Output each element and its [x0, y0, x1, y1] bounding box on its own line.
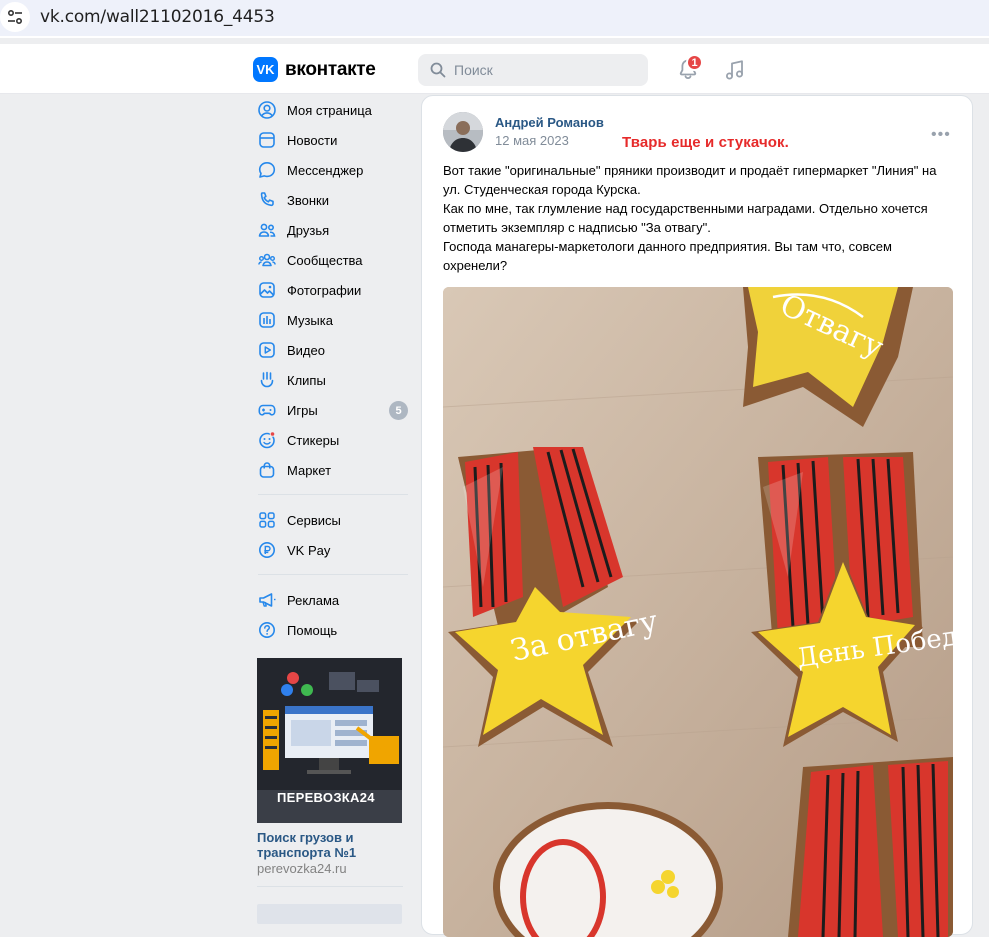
wall-post: Андрей Романов 12 мая 2023 Тварь еще и с… [421, 95, 973, 937]
friends-icon [257, 220, 277, 240]
sidebar-item-label: Стикеры [287, 432, 340, 448]
ad-domain: perevozka24.ru [257, 861, 347, 876]
news-icon [257, 130, 277, 150]
sidebar-item-ads[interactable]: Реклама [253, 585, 409, 615]
sidebar-item-services[interactable]: Сервисы [253, 505, 409, 535]
vk-header: VK вконтакте 1 [0, 44, 989, 94]
sidebar-divider [258, 494, 408, 495]
sidebar-item-my-page[interactable]: Моя страница [253, 95, 409, 125]
vk-logo-text: вконтакте [285, 58, 376, 80]
vk-logo[interactable]: VK вконтакте [253, 57, 376, 82]
post-text-line: Господа манагеры-маркетологи данного пре… [443, 239, 892, 254]
sidebar-item-label: Фотографии [287, 282, 362, 298]
vkpay-icon [257, 540, 277, 560]
sidebar-ad[interactable]: ПЕРЕВОЗКА24 Поиск грузов и транспорта №1… [257, 658, 403, 887]
sidebar-item-games[interactable]: Игры 5 [253, 395, 409, 425]
gingerbread-photo: Отвагу За отвагу День Победы [443, 287, 953, 937]
post-text: Вот такие "оригинальные" пряники произво… [443, 161, 958, 275]
vk-logo-icon: VK [253, 57, 278, 82]
ad-image-brand: ПЕРЕВОЗКА24 [277, 790, 375, 805]
sidebar-item-label: VK Pay [287, 542, 331, 558]
sidebar-item-video[interactable]: Видео [253, 335, 409, 365]
author-avatar[interactable] [443, 112, 483, 152]
clips-icon [257, 370, 277, 390]
sidebar-item-communities[interactable]: Сообщества [253, 245, 409, 275]
search-input[interactable] [454, 62, 634, 78]
sidebar-item-label: Звонки [287, 192, 329, 208]
post-text-line: Как по мне, так глумление над государств… [443, 201, 928, 216]
sidebar-item-friends[interactable]: Друзья [253, 215, 409, 245]
sidebar-item-label: Игры [287, 402, 318, 418]
overlay-annotation: Тварь еще и стукачок. [622, 134, 789, 151]
sidebar-item-label: Реклама [287, 592, 340, 608]
help-icon [257, 620, 277, 640]
sidebar-item-label: Музыка [287, 312, 333, 328]
sidebar-item-clips[interactable]: Клипы [253, 365, 409, 395]
sidebar-item-label: Видео [287, 342, 325, 358]
ribbon-cookie-bottom-right [788, 757, 953, 937]
gamepad-icon [257, 400, 277, 420]
sidebar-item-label: Моя страница [287, 102, 372, 118]
sidebar-item-label: Друзья [287, 222, 330, 238]
post-date[interactable]: 12 мая 2023 [495, 133, 569, 148]
video-icon [257, 340, 277, 360]
post-text-line: охренели? [443, 258, 508, 273]
photo-icon [257, 280, 277, 300]
sidebar-item-messenger[interactable]: Мессенджер [253, 155, 409, 185]
communities-icon [257, 250, 277, 270]
post-photo[interactable]: Отвагу За отвагу День Победы [443, 287, 953, 937]
sidebar-item-vkpay[interactable]: VK Pay [253, 535, 409, 565]
ad-title[interactable]: Поиск грузов и транспорта №1 [257, 830, 403, 860]
browser-toolbar: vk.com/wall21102016_4453 [0, 0, 989, 38]
left-sidebar: Моя страница Новости Мессенджер Звонки Д… [253, 95, 409, 645]
sidebar-item-calls[interactable]: Звонки [253, 185, 409, 215]
sidebar-item-label: Клипы [287, 372, 326, 388]
post-text-line: ул. Студенческая города Курска. [443, 182, 641, 197]
sidebar-item-market[interactable]: Маркет [253, 455, 409, 485]
phone-icon [257, 190, 277, 210]
market-icon [257, 460, 277, 480]
sidebar-item-label: Маркет [287, 462, 332, 478]
sidebar-item-label: Сообщества [287, 252, 363, 268]
search-icon [430, 62, 446, 78]
sidebar-item-news[interactable]: Новости [253, 125, 409, 155]
post-text-line: Вот такие "оригинальные" пряники произво… [443, 163, 937, 178]
ad-image[interactable]: ПЕРЕВОЗКА24 [257, 658, 402, 823]
url-text[interactable]: vk.com/wall21102016_4453 [40, 7, 275, 27]
sidebar-item-label: Новости [287, 132, 338, 148]
user-circle-icon [257, 100, 277, 120]
megaphone-icon [257, 590, 277, 610]
address-bar[interactable]: vk.com/wall21102016_4453 [0, 0, 989, 36]
sidebar-item-stickers[interactable]: Стикеры [253, 425, 409, 455]
services-icon [257, 510, 277, 530]
ad-divider [257, 886, 403, 887]
music-icon[interactable] [723, 58, 747, 82]
site-info-icon[interactable] [0, 2, 30, 32]
notifications-badge: 1 [686, 54, 703, 71]
sidebar-item-label: Мессенджер [287, 162, 364, 178]
games-counter-badge: 5 [389, 401, 408, 420]
message-icon [257, 160, 277, 180]
next-ad-preview[interactable] [257, 904, 402, 924]
sidebar-item-music[interactable]: Музыка [253, 305, 409, 335]
sidebar-item-photos[interactable]: Фотографии [253, 275, 409, 305]
post-text-line: отметить экземпляр с надписью "За отвагу… [443, 220, 711, 235]
search-box[interactable] [418, 54, 648, 86]
sidebar-item-label: Помощь [287, 622, 338, 638]
more-options-button[interactable]: ••• [931, 126, 951, 144]
post-author[interactable]: Андрей Романов [495, 115, 604, 130]
sticker-icon [257, 430, 277, 450]
sidebar-item-label: Сервисы [287, 512, 341, 528]
music-icon [257, 310, 277, 330]
sidebar-divider [258, 574, 408, 575]
sidebar-item-help[interactable]: Помощь [253, 615, 409, 645]
